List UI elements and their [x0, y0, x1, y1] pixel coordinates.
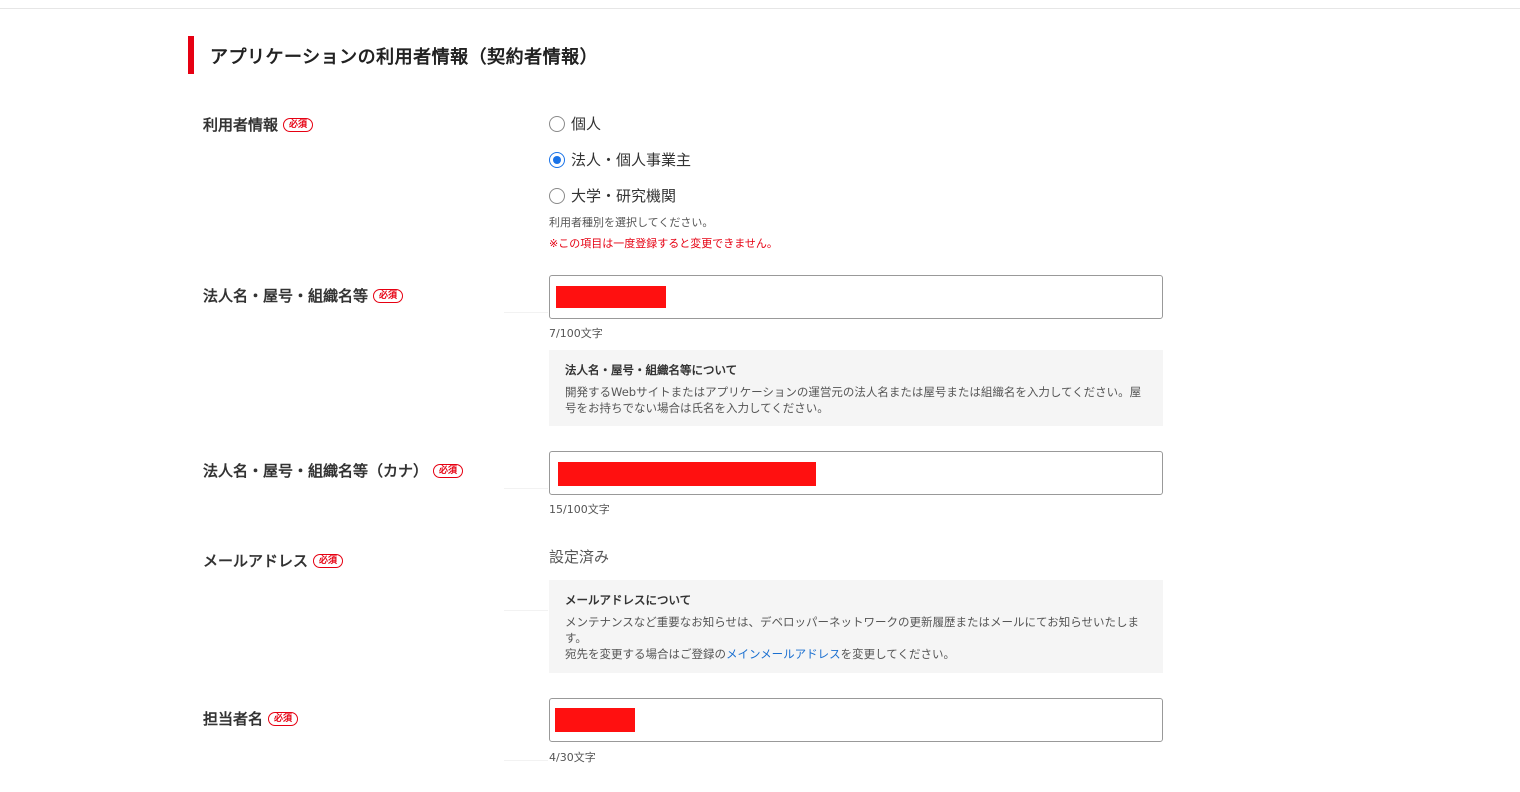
user-info-label: 利用者情報 必須	[203, 114, 314, 135]
email-note-title: メールアドレスについて	[565, 593, 692, 607]
user-info-help: 利用者種別を選択してください。	[549, 216, 714, 229]
redacted-value	[556, 286, 666, 308]
org-name-label: 法人名・屋号・組織名等 必須	[203, 285, 404, 306]
radio-individual-circle[interactable]	[549, 115, 565, 132]
radio-individual-label: 個人	[571, 115, 602, 133]
required-badge: 必須	[373, 288, 404, 303]
radio-university[interactable]: 大学・研究機関	[549, 185, 676, 206]
org-name-input[interactable]	[549, 275, 1163, 319]
org-name-note-body: 開発するWebサイトまたはアプリケーションの運営元の法人名または屋号または組織名…	[565, 385, 1142, 415]
org-name-counter: 7/100文字	[549, 327, 603, 340]
email-note-line2: 宛先を変更する場合はご登録のメインメールアドレスを変更してください。	[565, 646, 1147, 662]
user-info-warning: ※この項目は一度登録すると変更できません。	[549, 237, 778, 250]
radio-university-circle[interactable]	[549, 187, 565, 204]
required-badge: 必須	[313, 553, 344, 568]
label-divider	[504, 488, 548, 489]
contact-name-label-text: 担当者名	[203, 710, 264, 728]
email-note-line2-prefix: 宛先を変更する場合はご登録の	[565, 647, 726, 661]
radio-corporation-circle[interactable]	[549, 151, 565, 168]
org-name-kana-input[interactable]	[549, 451, 1163, 495]
top-divider	[0, 8, 1520, 9]
org-name-note: 法人名・屋号・組織名等について 開発するWebサイトまたはアプリケーションの運営…	[549, 350, 1163, 426]
radio-individual[interactable]: 個人	[549, 113, 601, 134]
required-badge: 必須	[283, 117, 314, 132]
required-badge: 必須	[433, 463, 464, 478]
main-email-link[interactable]: メインメールアドレス	[726, 647, 841, 661]
email-note-line2-suffix: を変更してください。	[840, 647, 955, 661]
section-title: アプリケーションの利用者情報（契約者情報）	[210, 47, 599, 68]
email-note: メールアドレスについて メンテナンスなど重要なお知らせは、デベロッパーネットワー…	[549, 580, 1163, 673]
org-name-kana-label-text: 法人名・屋号・組織名等（カナ）	[203, 462, 429, 480]
user-info-label-text: 利用者情報	[203, 116, 279, 134]
email-note-body: メンテナンスなど重要なお知らせは、デベロッパーネットワークの更新履歴またはメール…	[565, 614, 1147, 662]
email-value: 設定済み	[549, 548, 610, 566]
contact-name-label: 担当者名 必須	[203, 708, 299, 729]
email-label-text: メールアドレス	[203, 552, 309, 570]
radio-corporation-label: 法人・個人事業主	[571, 151, 692, 169]
org-name-label-text: 法人名・屋号・組織名等	[203, 287, 369, 305]
contact-name-counter: 4/30文字	[549, 751, 596, 764]
email-note-line1: メンテナンスなど重要なお知らせは、デベロッパーネットワークの更新履歴またはメール…	[565, 615, 1139, 645]
label-divider	[504, 610, 548, 611]
redacted-value	[555, 708, 635, 732]
org-name-kana-counter: 15/100文字	[549, 503, 610, 516]
required-badge: 必須	[268, 711, 299, 726]
radio-corporation[interactable]: 法人・個人事業主	[549, 149, 691, 170]
org-name-note-title: 法人名・屋号・組織名等について	[565, 363, 738, 377]
label-divider	[504, 760, 548, 761]
contact-name-input[interactable]	[549, 698, 1163, 742]
section-accent-bar	[188, 36, 194, 74]
radio-university-label: 大学・研究機関	[571, 187, 677, 205]
redacted-value	[558, 462, 816, 486]
label-divider	[504, 312, 548, 313]
org-name-kana-label: 法人名・屋号・組織名等（カナ） 必須	[203, 460, 464, 481]
email-label: メールアドレス 必須	[203, 550, 344, 571]
